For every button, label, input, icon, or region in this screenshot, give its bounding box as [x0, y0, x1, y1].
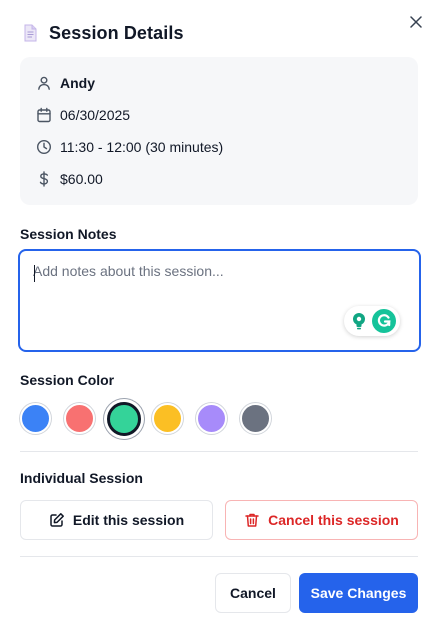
trash-icon	[244, 512, 260, 528]
close-button[interactable]	[406, 14, 426, 34]
document-icon	[20, 23, 40, 43]
price-row: $60.00	[36, 168, 103, 190]
edit-session-label: Edit this session	[72, 512, 185, 528]
session-date: 06/30/2025	[60, 107, 131, 123]
session-time: 11:30 - 12:00 (30 minutes)	[60, 139, 224, 155]
color-swatch-purple[interactable]	[196, 403, 227, 434]
cancel-session-label: Cancel this session	[268, 512, 399, 528]
dialog-title: Session Details	[49, 22, 184, 43]
user-icon	[36, 75, 52, 91]
session-price: $60.00	[60, 171, 103, 187]
save-changes-label: Save Changes	[310, 585, 407, 601]
divider	[20, 556, 418, 557]
cancel-button-label: Cancel	[230, 585, 276, 601]
clock-icon	[36, 139, 52, 155]
edit-icon	[49, 512, 65, 528]
edit-session-button[interactable]: Edit this session	[20, 500, 213, 540]
color-swatch-green[interactable]	[107, 402, 141, 436]
grammarly-widget[interactable]	[344, 306, 400, 336]
time-row: 11:30 - 12:00 (30 minutes)	[36, 136, 223, 158]
color-swatch-blue[interactable]	[20, 403, 51, 434]
close-icon	[410, 15, 422, 33]
dialog-header: Session Details	[20, 20, 184, 46]
client-row: Andy	[36, 72, 95, 94]
lightbulb-icon[interactable]	[349, 311, 369, 331]
session-info-card: Andy 06/30/2025 11:30 - 12:00 (30 minute…	[20, 57, 418, 205]
dollar-icon	[36, 171, 52, 187]
calendar-icon	[36, 107, 52, 123]
color-swatch-gray[interactable]	[240, 403, 271, 434]
date-row: 06/30/2025	[36, 104, 130, 126]
session-details-dialog: Session Details Andy 06/30/2025 11:30 - …	[0, 0, 442, 638]
color-swatch-yellow[interactable]	[152, 403, 183, 434]
cancel-session-button[interactable]: Cancel this session	[225, 500, 418, 540]
client-name: Andy	[60, 75, 95, 91]
color-label: Session Color	[20, 372, 115, 388]
grammarly-icon[interactable]	[371, 309, 396, 333]
text-caret	[34, 265, 35, 282]
divider	[20, 451, 418, 452]
color-picker	[20, 402, 280, 436]
color-swatch-red[interactable]	[64, 403, 95, 434]
save-changes-button[interactable]: Save Changes	[299, 573, 418, 613]
notes-field[interactable]	[18, 249, 421, 352]
notes-label: Session Notes	[20, 226, 117, 242]
cancel-button[interactable]: Cancel	[215, 573, 291, 613]
individual-session-label: Individual Session	[20, 470, 143, 486]
